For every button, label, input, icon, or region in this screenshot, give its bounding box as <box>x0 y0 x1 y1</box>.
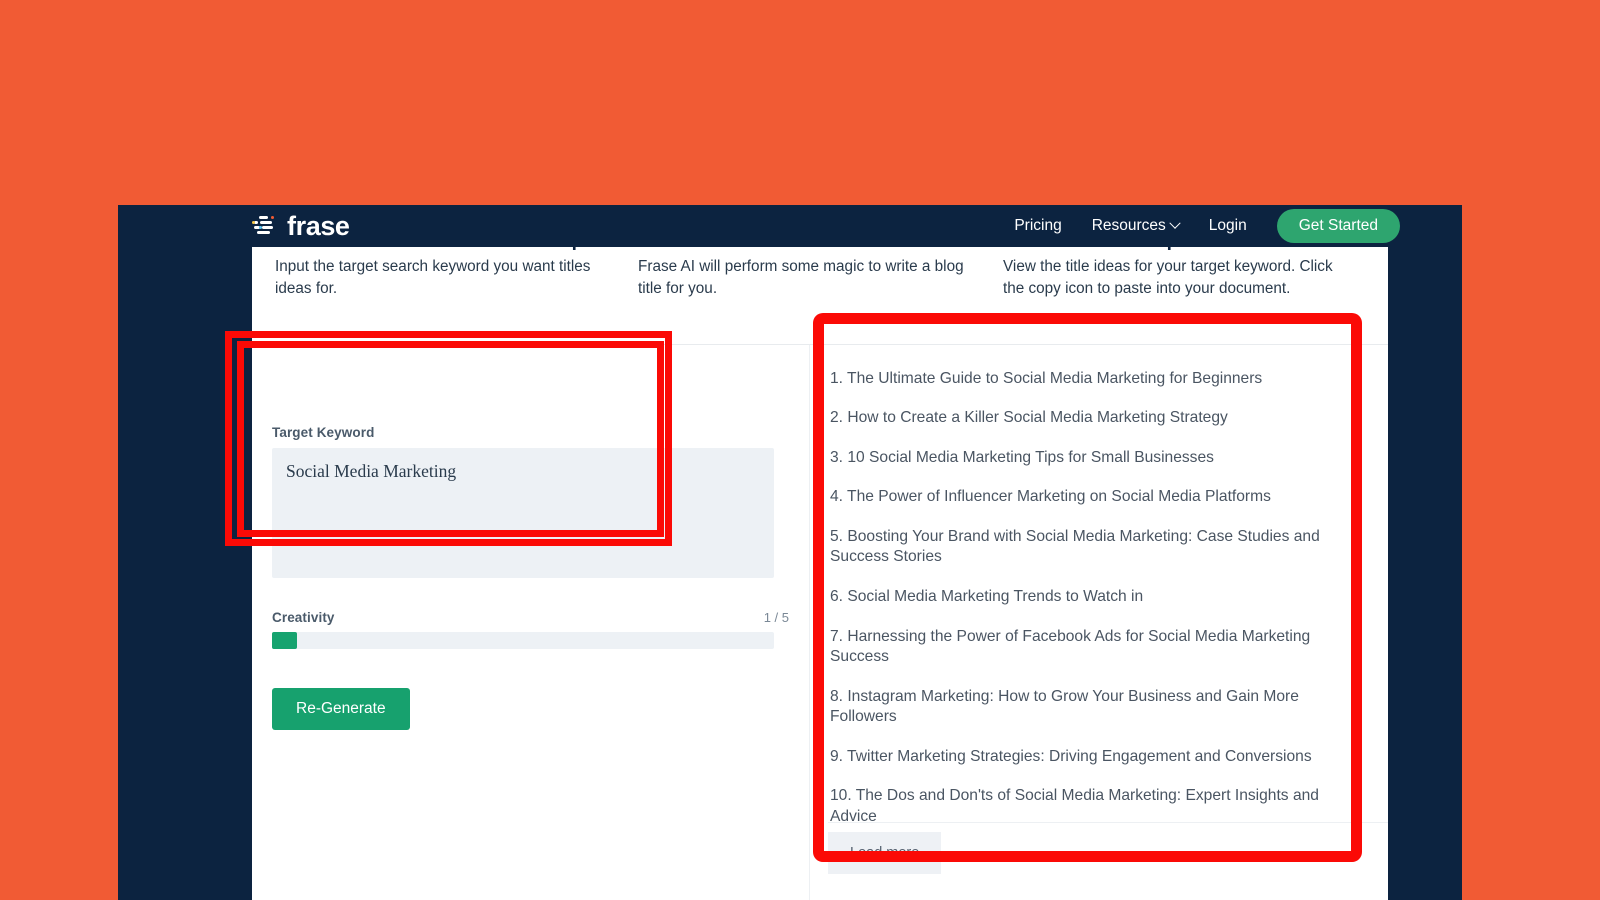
re-generate-button[interactable]: Re-Generate <box>272 688 410 730</box>
nav-link-resources[interactable]: Resources <box>1091 216 1181 235</box>
nav-links: Pricing Resources Login Get Started <box>1014 208 1400 244</box>
step-column-3: View the title ideas for your target key… <box>1003 256 1333 299</box>
title-idea-item[interactable]: 7. Harnessing the Power of Facebook Ads … <box>830 617 1366 677</box>
brand-name: frase <box>287 210 350 241</box>
target-keyword-input[interactable] <box>272 448 774 578</box>
step-2-description: Frase AI will perform some magic to writ… <box>638 258 964 297</box>
load-more-button[interactable]: Load more <box>828 831 942 874</box>
creativity-label: Creativity <box>272 610 335 625</box>
step-column-2: Frase AI will perform some magic to writ… <box>638 256 983 299</box>
title-idea-item[interactable]: 3. 10 Social Media Marketing Tips for Sm… <box>830 438 1366 478</box>
title-idea-item[interactable]: 10. The Dos and Don'ts of Social Media M… <box>830 777 1366 822</box>
get-started-button[interactable]: Get Started <box>1276 208 1400 244</box>
nav-link-login-label: Login <box>1208 216 1247 234</box>
content-card: Step 1 Step 3 Input the target search ke… <box>252 247 1388 900</box>
title-idea-item[interactable]: 2. How to Create a Killer Social Media M… <box>830 399 1366 439</box>
step-heading-partial-left: Step 1 <box>542 247 599 252</box>
title-idea-item[interactable]: 8. Instagram Marketing: How to Grow Your… <box>830 677 1366 737</box>
creativity-slider[interactable] <box>272 632 774 649</box>
title-idea-item[interactable]: 6. Social Media Marketing Trends to Watc… <box>830 577 1366 617</box>
brand-logo[interactable]: frase <box>252 210 350 241</box>
nav-link-pricing[interactable]: Pricing <box>1014 217 1061 235</box>
creativity-value: 1 / 5 <box>763 610 789 625</box>
target-keyword-label: Target Keyword <box>272 425 375 440</box>
top-navigation-bar: frase Pricing Resources Login Get Starte… <box>118 205 1462 247</box>
steps-row: Input the target search keyword you want… <box>252 256 1388 299</box>
nav-link-pricing-label: Pricing <box>1014 216 1062 234</box>
keyword-form-panel: Target Keyword Creativity 1 / 5 Re-Gener… <box>252 345 810 900</box>
step-heading-partial-right: Step 3 <box>1137 247 1194 252</box>
step-column-1: Input the target search keyword you want… <box>275 256 620 299</box>
app-window: frase Pricing Resources Login Get Starte… <box>118 205 1462 900</box>
title-ideas-results-panel: 1. The Ultimate Guide to Social Media Ma… <box>810 345 1388 900</box>
step-3-description: View the title ideas for your target key… <box>1003 258 1333 297</box>
creativity-slider-fill <box>272 632 298 649</box>
title-idea-item[interactable]: 1. The Ultimate Guide to Social Media Ma… <box>830 359 1366 399</box>
nav-link-resources-label: Resources <box>1091 216 1166 234</box>
results-footer-divider <box>828 822 1388 823</box>
step-1-description: Input the target search keyword you want… <box>275 258 591 297</box>
cut-off-step-headings: Step 1 Step 3 <box>252 247 1388 256</box>
screenshot-stage: frase Pricing Resources Login Get Starte… <box>0 0 1600 900</box>
title-idea-item[interactable]: 4. The Power of Influencer Marketing on … <box>830 478 1366 518</box>
nav-link-login[interactable]: Login <box>1209 217 1247 235</box>
frase-logo-icon <box>252 214 278 238</box>
chevron-down-icon <box>1169 217 1181 229</box>
title-idea-item[interactable]: 9. Twitter Marketing Strategies: Driving… <box>830 737 1366 777</box>
title-ideas-list: 1. The Ultimate Guide to Social Media Ma… <box>830 345 1366 823</box>
title-idea-item[interactable]: 5. Boosting Your Brand with Social Media… <box>830 517 1366 577</box>
